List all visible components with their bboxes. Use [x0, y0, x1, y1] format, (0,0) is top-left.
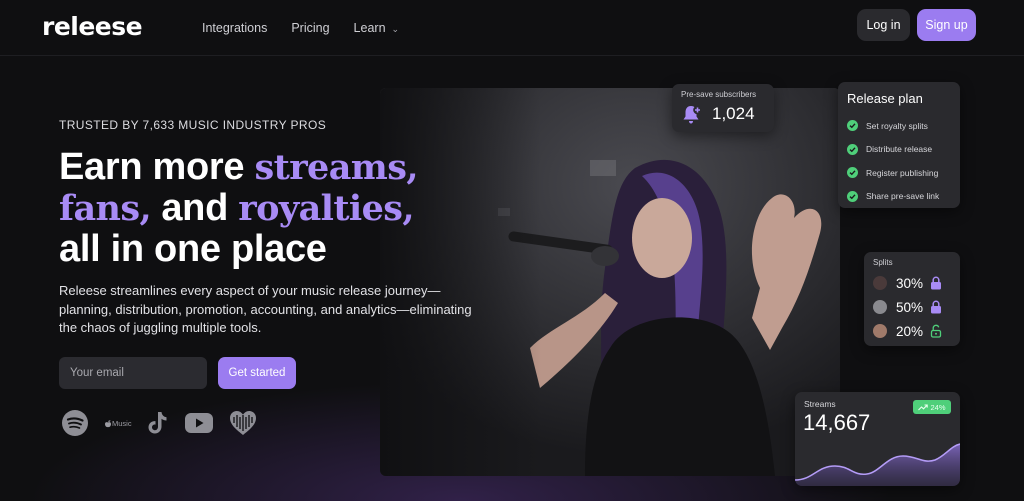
unlock-icon — [930, 324, 942, 338]
release-plan-item: Share pre-save link — [847, 185, 939, 209]
bell-plus-icon — [681, 104, 703, 131]
check-circle-icon — [847, 143, 858, 155]
split-percent: 50% — [896, 299, 924, 315]
avatar — [873, 300, 887, 314]
splits-card: Splits 30% 50% 20% — [864, 252, 960, 346]
streams-sparkline — [795, 443, 960, 486]
nav-link-integrations[interactable]: Integrations — [202, 21, 267, 35]
presave-subscribers-card: Pre-save subscribers 1,024 — [672, 84, 774, 132]
trend-percent: 24% — [930, 402, 946, 412]
split-percent: 20% — [896, 323, 924, 339]
release-plan-list: Set royalty splits Distribute release Re… — [847, 114, 939, 208]
release-plan-item: Distribute release — [847, 138, 939, 162]
tiktok-icon — [146, 408, 170, 438]
top-navbar: releese Integrations Pricing Learn ⌄ Log … — [0, 0, 1024, 56]
deezer-icon — [228, 408, 258, 438]
headline-accent-streams: streams, — [254, 147, 419, 188]
release-plan-item-label: Register publishing — [866, 167, 939, 178]
streams-label: Streams — [804, 399, 836, 409]
splits-title: Splits — [873, 258, 893, 267]
streams-card: Streams 14,667 24% — [795, 392, 960, 486]
signup-button[interactable]: Sign up — [917, 9, 976, 41]
hero-headline: Earn more streams, fans, and royalties, al… — [59, 147, 479, 270]
release-plan-item: Register publishing — [847, 161, 939, 185]
trusted-tagline: TRUSTED BY 7,633 MUSIC INDUSTRY PROS — [59, 118, 327, 132]
presave-count: 1,024 — [712, 104, 755, 123]
trend-badge: 24% — [913, 400, 951, 414]
headline-text: all in one place — [59, 228, 327, 270]
headline-text: and — [151, 187, 239, 229]
youtube-icon — [184, 408, 214, 438]
release-plan-item: Set royalty splits — [847, 114, 939, 138]
check-circle-icon — [847, 120, 858, 132]
nav-link-pricing[interactable]: Pricing — [291, 21, 329, 35]
split-row: 30% — [873, 273, 942, 293]
presave-label: Pre-save subscribers — [681, 90, 757, 99]
platform-logos: Music — [60, 408, 258, 438]
release-plan-title: Release plan — [847, 91, 923, 106]
nav-link-learn[interactable]: Learn ⌄ — [354, 21, 400, 35]
avatar — [873, 276, 887, 290]
apple-music-label: Music — [112, 418, 132, 428]
brand-logo[interactable]: releese — [42, 12, 143, 41]
email-input[interactable] — [59, 357, 207, 389]
trending-up-icon — [918, 403, 929, 410]
headline-accent-fans: fans, — [59, 188, 152, 229]
login-button[interactable]: Log in — [857, 9, 910, 41]
hero-description: Releese streamlines every aspect of your… — [59, 283, 472, 335]
streams-count: 14,667 — [803, 410, 871, 435]
get-started-button[interactable]: Get started — [218, 357, 296, 389]
avatar — [873, 324, 887, 338]
spotify-icon — [60, 408, 90, 438]
split-row: 50% — [873, 297, 942, 317]
lock-icon — [930, 300, 942, 314]
release-plan-item-label: Share pre-save link — [866, 191, 940, 202]
headline-text: Earn more — [59, 146, 255, 188]
hero-section: TRUSTED BY 7,633 MUSIC INDUSTRY PROS Ear… — [59, 118, 479, 338]
headline-accent-royalties: royalties, — [238, 188, 414, 229]
split-row: 20% — [873, 321, 942, 341]
nav-link-label: Pricing — [291, 21, 330, 35]
nav-links: Integrations Pricing Learn ⌄ — [202, 21, 399, 35]
nav-link-label: Integrations — [202, 21, 268, 35]
check-circle-icon — [847, 190, 858, 202]
release-plan-card: Release plan Set royalty splits Distribu… — [838, 82, 960, 208]
nav-link-label: Learn — [353, 21, 386, 35]
release-plan-item-label: Distribute release — [866, 144, 933, 155]
apple-music-icon: Music — [104, 408, 132, 438]
chevron-down-icon: ⌄ — [391, 24, 400, 34]
lock-icon — [930, 276, 942, 290]
release-plan-item-label: Set royalty splits — [866, 120, 928, 131]
split-percent: 30% — [896, 275, 924, 291]
check-circle-icon — [847, 167, 858, 179]
